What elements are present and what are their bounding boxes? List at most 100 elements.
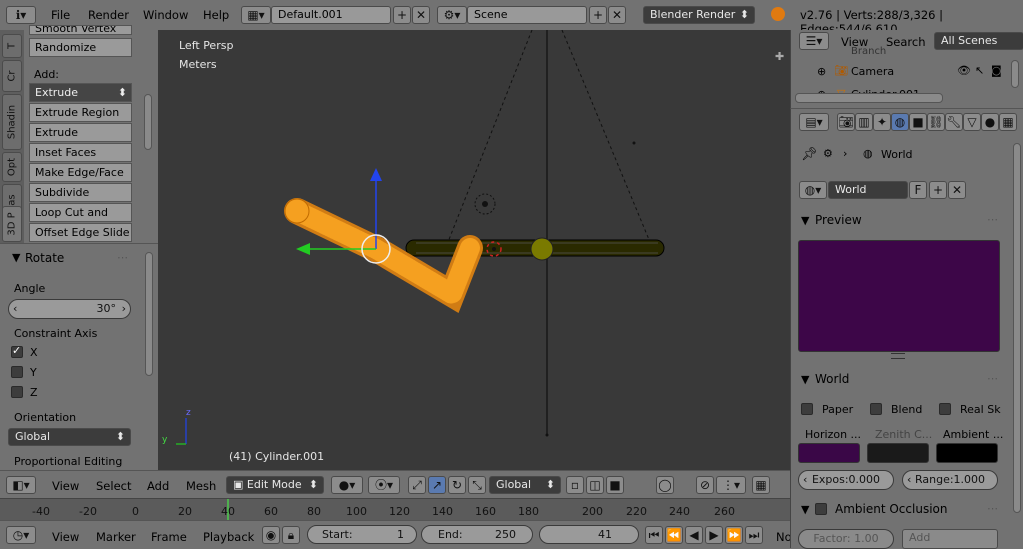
menu-file[interactable]: File [51,8,70,22]
outliner-filter-select[interactable]: All Scenes [934,32,1023,50]
tool-subdivide[interactable]: Subdivide [29,183,132,202]
constraint-z-checkbox[interactable] [11,386,23,398]
world-browse-icon[interactable]: ◍▾ [799,181,827,199]
operator-scrollbar[interactable] [145,252,153,376]
drag-handle-icon[interactable]: ⋯ [987,502,998,515]
properties-scrollbar[interactable] [1013,143,1021,513]
collapse-triangle-icon[interactable]: ▼ [801,373,809,386]
next-keyframe-icon[interactable]: ⏩ [725,526,743,544]
editor-type-outliner-icon[interactable]: ☰▾ [799,32,829,50]
tab-shading[interactable]: Shadin [2,94,22,150]
ao-factor-field[interactable]: Factor: 1.00 [798,529,894,549]
screen-layout-icon[interactable]: ▦▾ [241,6,271,24]
blend-sky-checkbox[interactable] [870,403,882,415]
menu-select[interactable]: Select [96,479,131,493]
snap-element-icon[interactable]: ⋮▾ [716,476,746,494]
horizon-color-swatch[interactable] [798,443,860,463]
remove-layout-icon[interactable]: ✕ [412,6,430,24]
constraint-x-checkbox[interactable] [11,344,23,358]
exposure-field[interactable]: ‹ Expos:0.000 [798,470,894,490]
outliner-hscrollbar[interactable] [795,93,943,103]
texture-tab-icon[interactable]: ▦ [999,113,1017,131]
vertex-select-icon[interactable]: ▫ [566,476,584,494]
menu-playback[interactable]: Playback [203,530,254,544]
add-scene-icon[interactable]: + [589,6,607,24]
auto-keyframe-icon[interactable]: ◉ [262,526,280,544]
tool-offset-edge-slide[interactable]: Offset Edge Slide [29,223,132,242]
expand-icon[interactable]: ⊕ [817,65,826,78]
menu-view[interactable]: View [52,479,79,493]
collapse-triangle-icon[interactable]: ▼ [801,214,809,227]
constraints-tab-icon[interactable]: ⛓ [927,113,945,131]
visibility-eye-icon[interactable]: 👁︎ [957,64,971,77]
unlink-world-icon[interactable]: ✕ [948,181,966,199]
viewport-shading-icon[interactable]: ●▾ [331,476,363,494]
screen-layout-field[interactable]: Default.001 [271,6,391,24]
menu-help[interactable]: Help [203,8,229,22]
tab-create[interactable]: Cr [2,60,22,92]
editor-type-properties-icon[interactable]: ▤▾ [799,113,829,131]
tool-smooth-vertex[interactable]: Smooth Vertex [29,25,132,35]
scene-field[interactable]: Scene [467,6,587,24]
tab-options[interactable]: Opt [2,152,22,182]
collapse-triangle-icon[interactable]: ▼ [801,503,809,516]
outliner-scrollbar[interactable] [1011,60,1019,88]
timeline-ruler[interactable]: -40 -20 0 20 40 60 80 100 120 140 160 18… [0,498,790,521]
menu-frame[interactable]: Frame [151,530,187,544]
tool-randomize[interactable]: Randomize [29,38,132,57]
add-region-plus-icon[interactable]: ✚ [775,50,784,63]
zenith-color-swatch[interactable] [867,443,929,463]
ambient-color-swatch[interactable] [936,443,998,463]
current-frame-field[interactable]: 41 [539,525,639,544]
increment-arrow-icon[interactable]: › [122,300,126,318]
3d-viewport[interactable]: Left Persp Meters z y (41) Cylinder.001 … [158,30,790,470]
constraint-y-checkbox[interactable] [11,366,23,378]
menu-window[interactable]: Window [143,8,188,22]
menu-view[interactable]: View [52,530,79,544]
menu-mesh[interactable]: Mesh [186,479,216,493]
editor-type-3d-icon[interactable]: ◧▾ [6,476,36,494]
modifiers-tab-icon[interactable]: 🔧︎ [945,113,963,131]
transform-orientation-select[interactable]: Global ⬍ [489,476,561,494]
tool-make-edge-face[interactable]: Make Edge/Face [29,163,132,182]
proportional-edit-icon[interactable]: ◯ [656,476,674,494]
ao-blend-select[interactable]: Add [902,529,998,549]
world-name-field[interactable]: World [828,181,908,199]
play-reverse-icon[interactable]: ◀ [685,526,703,544]
scene-icon[interactable]: ⚙▾ [437,6,467,24]
drag-handle-icon[interactable]: ⋯ [987,372,998,385]
tab-tools[interactable]: T [2,34,22,58]
material-tab-icon[interactable]: ● [981,113,999,131]
select-cursor-icon[interactable]: ↖ [975,64,984,77]
end-frame-field[interactable]: End: 250 [421,525,533,544]
edge-select-icon[interactable]: ◫ [586,476,604,494]
play-icon[interactable]: ▶ [705,526,723,544]
ambient-occlusion-checkbox[interactable] [815,503,827,515]
preview-resize-handle[interactable] [891,353,905,359]
render-preview-icon[interactable]: ▦ [752,476,770,494]
object-tab-icon[interactable]: ■ [909,113,927,131]
outliner-item-camera[interactable]: Camera [851,65,894,78]
render-engine-select[interactable]: Blender Render ⬍ [643,6,755,24]
tool-inset-faces[interactable]: Inset Faces [29,143,132,162]
decrement-arrow-icon[interactable]: ‹ [907,471,911,489]
jump-start-icon[interactable]: ⏮ [645,526,663,544]
tool-extrude-region[interactable]: Extrude Region [29,103,132,122]
decrement-arrow-icon[interactable]: ‹ [13,300,17,318]
menu-marker[interactable]: Marker [96,530,136,544]
pivot-point-icon[interactable]: ⦿▾ [368,476,400,494]
pin-icon[interactable]: 📌︎ [801,147,818,162]
tool-extrude-individual[interactable]: Extrude Individual [29,123,132,156]
range-field[interactable]: ‹ Range:1.000 [902,470,998,490]
face-select-icon[interactable]: ■ [606,476,624,494]
world-tab-icon[interactable]: ◍ [891,113,909,131]
remove-scene-icon[interactable]: ✕ [608,6,626,24]
render-layers-tab-icon[interactable]: ▥ [855,113,873,131]
editor-type-timeline-icon[interactable]: ◷▾ [6,526,36,544]
snap-toggle-icon[interactable]: ⊘ [696,476,714,494]
render-camera-icon[interactable]: ◙ [991,64,1002,77]
rotate-manipulator-icon[interactable]: ↻ [448,476,466,494]
data-tab-icon[interactable]: ▽ [963,113,981,131]
orientation-select[interactable]: Global ⬍ [8,428,131,446]
scene-tab-icon[interactable]: ✦ [873,113,891,131]
